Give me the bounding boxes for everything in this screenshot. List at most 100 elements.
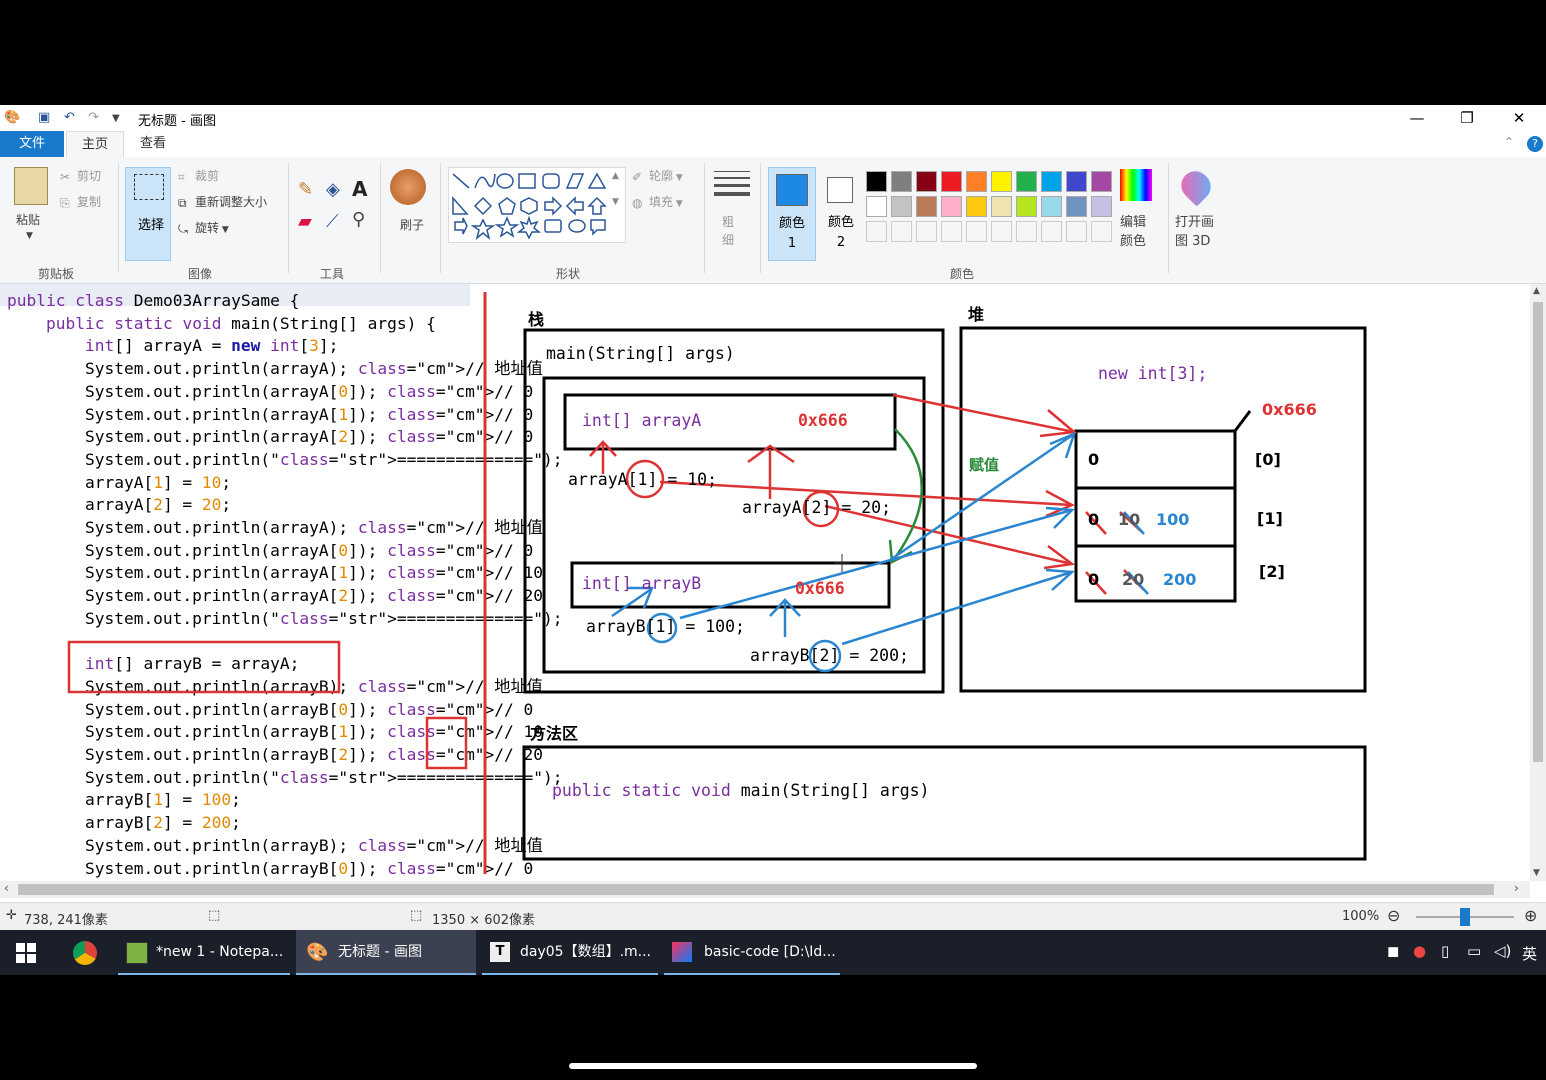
open-paint3d-button[interactable]: 打开画图 3D — [1175, 213, 1219, 251]
cut-button[interactable]: ✂ 剪切 — [60, 167, 101, 184]
palette-swatch[interactable] — [941, 196, 962, 217]
restore-button[interactable]: ❐ — [1452, 107, 1482, 129]
windows-start-icon[interactable] — [16, 943, 36, 963]
palette-swatch[interactable] — [966, 196, 987, 217]
color2-button[interactable]: 颜色 2 — [818, 167, 864, 259]
quick-access-dropdown-icon[interactable]: ▼ — [112, 113, 120, 124]
shapes-scroll-up-icon[interactable]: ▲ — [612, 171, 619, 181]
paint-app-icon[interactable]: 🎨 — [4, 110, 20, 125]
tray-ime-indicator[interactable]: 英 — [1522, 943, 1537, 964]
tab-home[interactable]: 主页 — [66, 131, 124, 158]
palette-swatch[interactable] — [916, 171, 937, 192]
minimize-button[interactable]: — — [1402, 107, 1432, 129]
vertical-scrollbar[interactable]: ▲ ▼ — [1530, 284, 1546, 881]
palette-swatch[interactable] — [866, 196, 887, 217]
undo-icon[interactable]: ↶ — [64, 110, 75, 125]
close-button[interactable]: ✕ — [1504, 107, 1534, 129]
zoom-slider-thumb[interactable] — [1460, 908, 1470, 926]
brushes-button[interactable]: 刷子 — [400, 215, 424, 235]
selection-size-icon: ⬚ — [208, 908, 221, 923]
paste-button[interactable]: 粘贴 — [16, 211, 40, 228]
fill-button[interactable]: ◍ 填充 ▼ — [632, 193, 683, 210]
palette-swatch[interactable] — [916, 196, 937, 217]
tray-record-icon[interactable]: ● — [1413, 942, 1426, 960]
size-button[interactable]: 粗细 — [722, 213, 740, 249]
fill-bucket-icon[interactable]: ◈ — [326, 179, 340, 200]
line-size-icon[interactable] — [714, 171, 750, 196]
taskbar-idea[interactable]: basic-code [D:\Id... — [664, 930, 840, 975]
taskbar-typora[interactable]: T day05【数组】.m... — [482, 930, 658, 975]
custom-color-slot[interactable] — [1041, 221, 1062, 242]
shapes-scroll-down-icon[interactable]: ▼ — [612, 197, 619, 207]
edit-colors-button[interactable]: 编辑颜色 — [1120, 213, 1154, 251]
color-picker-icon[interactable]: ⟋ — [326, 211, 339, 232]
redo-icon[interactable]: ↷ — [88, 110, 99, 125]
palette-swatch[interactable] — [1016, 171, 1037, 192]
tray-usb-icon[interactable]: ▯ — [1441, 942, 1449, 960]
copy-button[interactable]: ⎘ 复制 — [60, 193, 101, 210]
rotate-button[interactable]: ⤿ 旋转 ▼ — [178, 219, 229, 236]
zoom-out-icon[interactable]: ⊖ — [1387, 906, 1400, 925]
text-tool-icon[interactable]: A — [352, 177, 367, 201]
save-icon[interactable]: ▣ — [38, 110, 50, 125]
custom-color-slot[interactable] — [1016, 221, 1037, 242]
palette-swatch[interactable] — [891, 171, 912, 192]
help-icon[interactable]: ? — [1527, 136, 1543, 152]
zoom-in-icon[interactable]: ⊕ — [1524, 906, 1537, 925]
scroll-left-icon[interactable]: ‹ — [4, 881, 9, 895]
tray-volume-icon[interactable]: ◁) — [1494, 942, 1511, 960]
scroll-up-icon[interactable]: ▲ — [1533, 286, 1540, 296]
palette-swatch[interactable] — [941, 171, 962, 192]
palette-swatch[interactable] — [991, 171, 1012, 192]
custom-color-slot[interactable] — [866, 221, 887, 242]
outline-button[interactable]: ✐ 轮廓 ▼ — [632, 167, 683, 184]
scroll-down-icon[interactable]: ▼ — [1533, 868, 1540, 878]
tray-app-icon[interactable]: ◼ — [1387, 942, 1399, 960]
tab-view[interactable]: 查看 — [128, 131, 178, 157]
palette-swatch[interactable] — [1091, 171, 1112, 192]
custom-color-slot[interactable] — [916, 221, 937, 242]
file-menu[interactable]: 文件 — [0, 131, 64, 157]
select-button[interactable]: 选择 — [125, 167, 171, 261]
brush-icon[interactable] — [390, 169, 426, 205]
tray-network-icon[interactable]: ▭ — [1467, 942, 1481, 960]
collapse-ribbon-icon[interactable]: ⌃ — [1504, 135, 1514, 149]
vertical-scroll-thumb[interactable] — [1533, 302, 1543, 762]
palette-swatch[interactable] — [891, 196, 912, 217]
size-line-thin — [714, 171, 750, 172]
horizontal-scroll-thumb[interactable] — [18, 884, 1494, 895]
custom-color-slot[interactable] — [966, 221, 987, 242]
edit-colors-icon[interactable] — [1120, 169, 1152, 201]
cut-label: 剪切 — [77, 169, 102, 183]
pencil-icon[interactable]: ✎ — [298, 179, 313, 200]
custom-color-slot[interactable] — [891, 221, 912, 242]
taskbar-paint[interactable]: 🎨 无标题 - 画图 — [296, 930, 476, 975]
resize-button[interactable]: ⧉ 重新调整大小 — [178, 193, 267, 210]
crop-button[interactable]: ⌗ 裁剪 — [178, 167, 219, 184]
clipboard-icon[interactable] — [14, 167, 48, 205]
palette-swatch[interactable] — [1066, 196, 1087, 217]
palette-swatch[interactable] — [866, 171, 887, 192]
eraser-icon[interactable]: ▰ — [298, 211, 312, 232]
palette-swatch[interactable] — [1041, 196, 1062, 217]
color1-button[interactable]: 颜色 1 — [768, 167, 816, 261]
palette-swatch[interactable] — [991, 196, 1012, 217]
palette-swatch[interactable] — [1041, 171, 1062, 192]
canvas-area[interactable]: public class Demo03ArraySame { public st… — [0, 284, 1530, 881]
palette-swatch[interactable] — [966, 171, 987, 192]
palette-swatch[interactable] — [1091, 196, 1112, 217]
shapes-gallery[interactable] — [448, 167, 626, 243]
chrome-icon[interactable] — [73, 941, 97, 965]
custom-color-slot[interactable] — [941, 221, 962, 242]
custom-color-slot[interactable] — [1066, 221, 1087, 242]
magnifier-icon[interactable]: ⚲ — [352, 209, 365, 230]
palette-swatch[interactable] — [1016, 196, 1037, 217]
paint3d-icon[interactable] — [1175, 165, 1217, 207]
palette-swatch[interactable] — [1066, 171, 1087, 192]
horizontal-scrollbar[interactable]: ‹ › — [0, 881, 1530, 898]
paste-dropdown-icon[interactable]: ▼ — [26, 231, 33, 241]
scroll-right-icon[interactable]: › — [1514, 881, 1519, 895]
custom-color-slot[interactable] — [1091, 221, 1112, 242]
custom-color-slot[interactable] — [991, 221, 1012, 242]
taskbar-notepad[interactable]: *new 1 - Notepa... — [118, 930, 290, 975]
